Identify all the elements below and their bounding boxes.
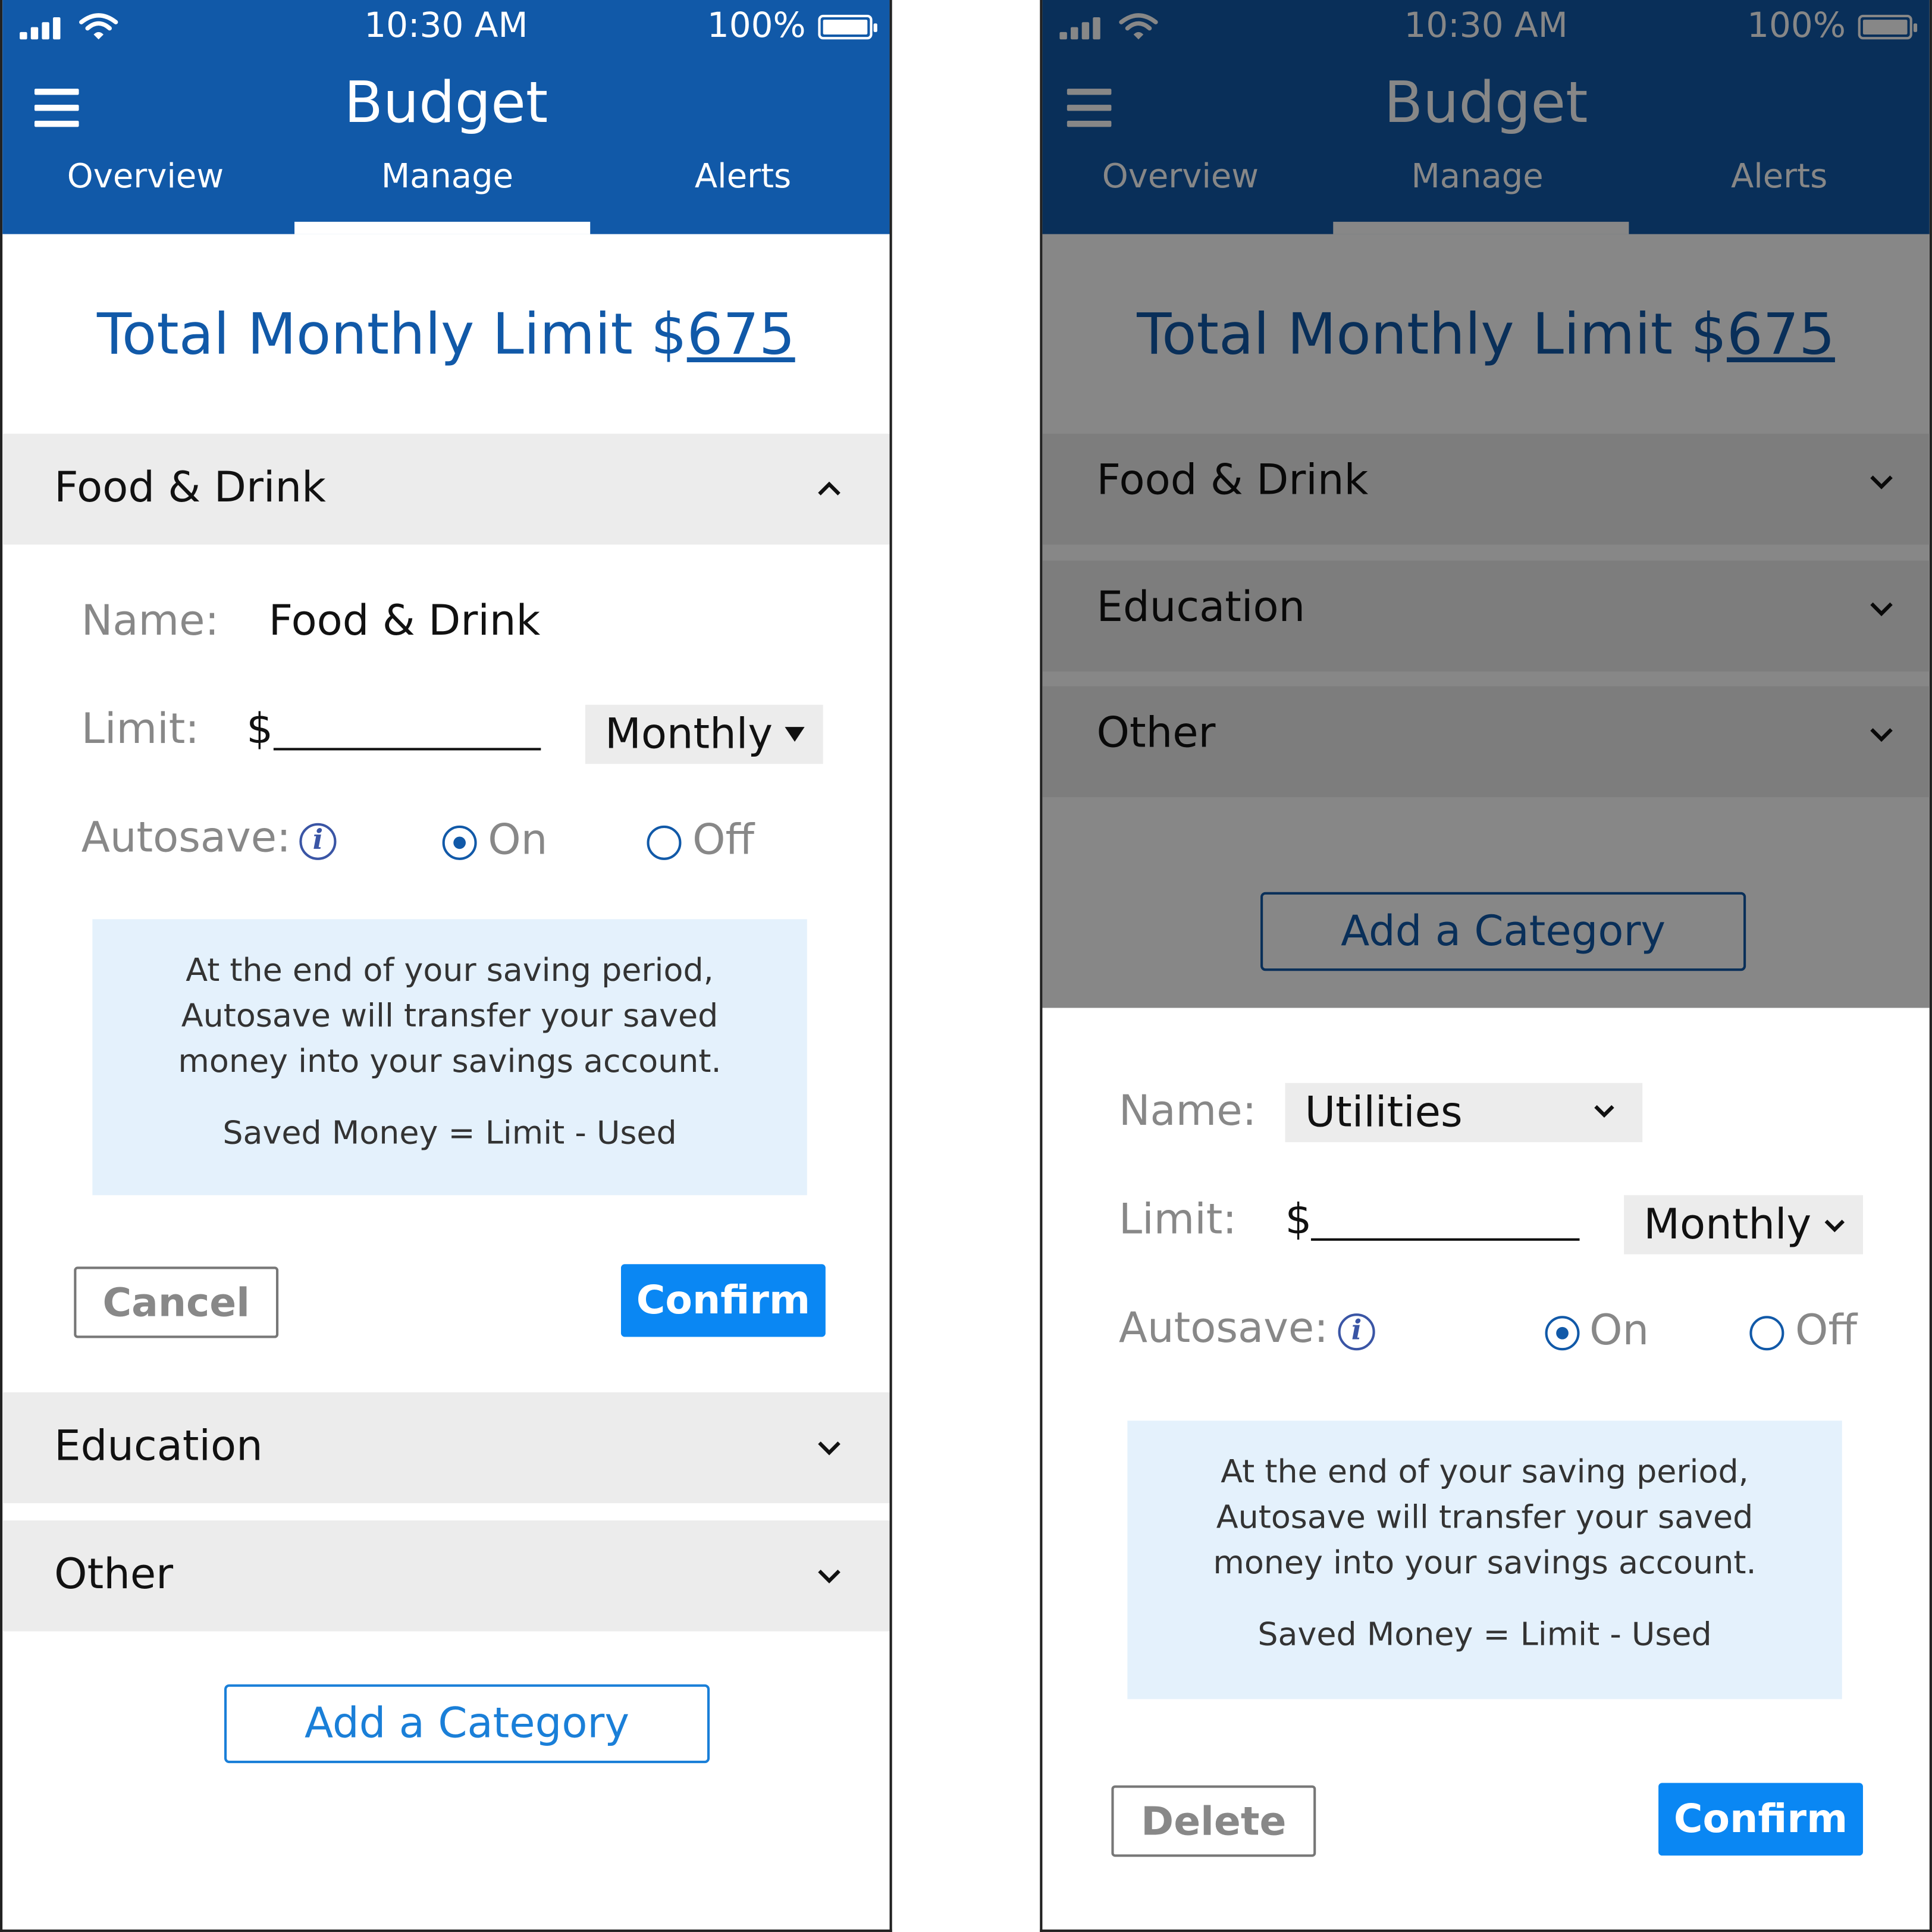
accordion-education[interactable]: Education: [2, 1392, 890, 1504]
limit-input[interactable]: [1310, 1238, 1580, 1241]
info-formula: Saved Money = Limit - Used: [222, 1115, 677, 1152]
autosave-off-radio[interactable]: [647, 825, 682, 860]
confirm-button[interactable]: Confirm: [620, 1264, 826, 1337]
left-screen: 10:30 AM 100% Budget Overview Manage Ale…: [0, 0, 892, 1932]
app-header: 10:30 AM 100% Budget Overview Manage Ale…: [2, 0, 890, 234]
limit-label: Limit:: [1118, 1195, 1237, 1245]
info-icon[interactable]: i: [1338, 1313, 1375, 1351]
total-monthly-limit: Total Monthly Limit $675: [2, 300, 889, 367]
tab-manage[interactable]: Manage: [299, 158, 595, 196]
modal-overlay[interactable]: [1042, 0, 1930, 1008]
limit-input[interactable]: [273, 748, 541, 751]
accordion-label: Food & Drink: [54, 463, 326, 513]
accordion-label: Education: [54, 1422, 263, 1472]
name-value: Utilities: [1304, 1088, 1463, 1137]
name-dropdown[interactable]: Utilities: [1285, 1083, 1643, 1143]
period-dropdown[interactable]: Monthly: [585, 704, 823, 764]
cancel-button[interactable]: Cancel: [74, 1266, 279, 1338]
limit-label: Limit:: [81, 704, 200, 754]
battery-icon: [818, 14, 877, 40]
period-dropdown[interactable]: Monthly: [1624, 1195, 1863, 1254]
autosave-on-radio[interactable]: [1545, 1316, 1580, 1351]
caret-down-icon: [785, 727, 805, 742]
tab-overview[interactable]: Overview: [2, 158, 293, 196]
screens-canvas: 10:30 AM 100% Budget Overview Manage Ale…: [0, 0, 1932, 1932]
autosave-info-box: At the end of your saving period, Autosa…: [92, 919, 807, 1196]
add-category-button[interactable]: Add a Category: [224, 1684, 710, 1764]
chevron-down-icon: [818, 1441, 840, 1456]
right-screen: 10:30 AM 100% Budget Overview Manage Ale…: [1040, 0, 1932, 1932]
period-value: Monthly: [605, 710, 773, 759]
active-tab-indicator: [294, 221, 591, 234]
autosave-off-label: Off: [692, 816, 755, 865]
info-icon[interactable]: i: [299, 823, 337, 860]
accordion-other[interactable]: Other: [2, 1520, 890, 1632]
autosave-on-label: On: [488, 816, 548, 865]
period-value: Monthly: [1644, 1200, 1812, 1250]
autosave-info-box: At the end of your saving period, Autosa…: [1127, 1420, 1842, 1699]
info-formula: Saved Money = Limit - Used: [1257, 1616, 1712, 1654]
chevron-up-icon: [818, 481, 840, 495]
status-bar: 10:30 AM 100%: [2, 0, 889, 54]
limit-currency: $: [246, 704, 274, 754]
name-label: Name:: [81, 596, 219, 646]
total-amount-link[interactable]: 675: [687, 300, 795, 367]
battery-percent: 100%: [707, 5, 806, 46]
autosave-on-label: On: [1589, 1306, 1649, 1356]
tab-alerts[interactable]: Alerts: [595, 158, 889, 196]
autosave-label: Autosave:: [81, 813, 291, 862]
name-label: Name:: [1118, 1086, 1257, 1136]
accordion-food-drink[interactable]: Food & Drink: [2, 434, 890, 545]
total-label: Total Monthly Limit $: [97, 300, 687, 368]
autosave-off-radio[interactable]: [1749, 1316, 1784, 1351]
delete-button[interactable]: Delete: [1111, 1785, 1316, 1857]
app-title: Budget: [344, 68, 548, 136]
chevron-down-icon: [1824, 1219, 1845, 1232]
autosave-off-label: Off: [1795, 1306, 1857, 1356]
autosave-label: Autosave:: [1118, 1303, 1328, 1353]
confirm-button[interactable]: Confirm: [1658, 1783, 1863, 1856]
info-text: At the end of your saving period, Autosa…: [178, 952, 722, 1081]
chevron-down-icon: [818, 1569, 840, 1584]
info-text: At the end of your saving period, Autosa…: [1213, 1454, 1757, 1582]
accordion-label: Other: [54, 1550, 174, 1599]
limit-currency: $: [1285, 1195, 1312, 1245]
name-value[interactable]: Food & Drink: [269, 597, 541, 646]
autosave-on-radio[interactable]: [442, 825, 477, 860]
chevron-down-icon: [1594, 1105, 1614, 1118]
